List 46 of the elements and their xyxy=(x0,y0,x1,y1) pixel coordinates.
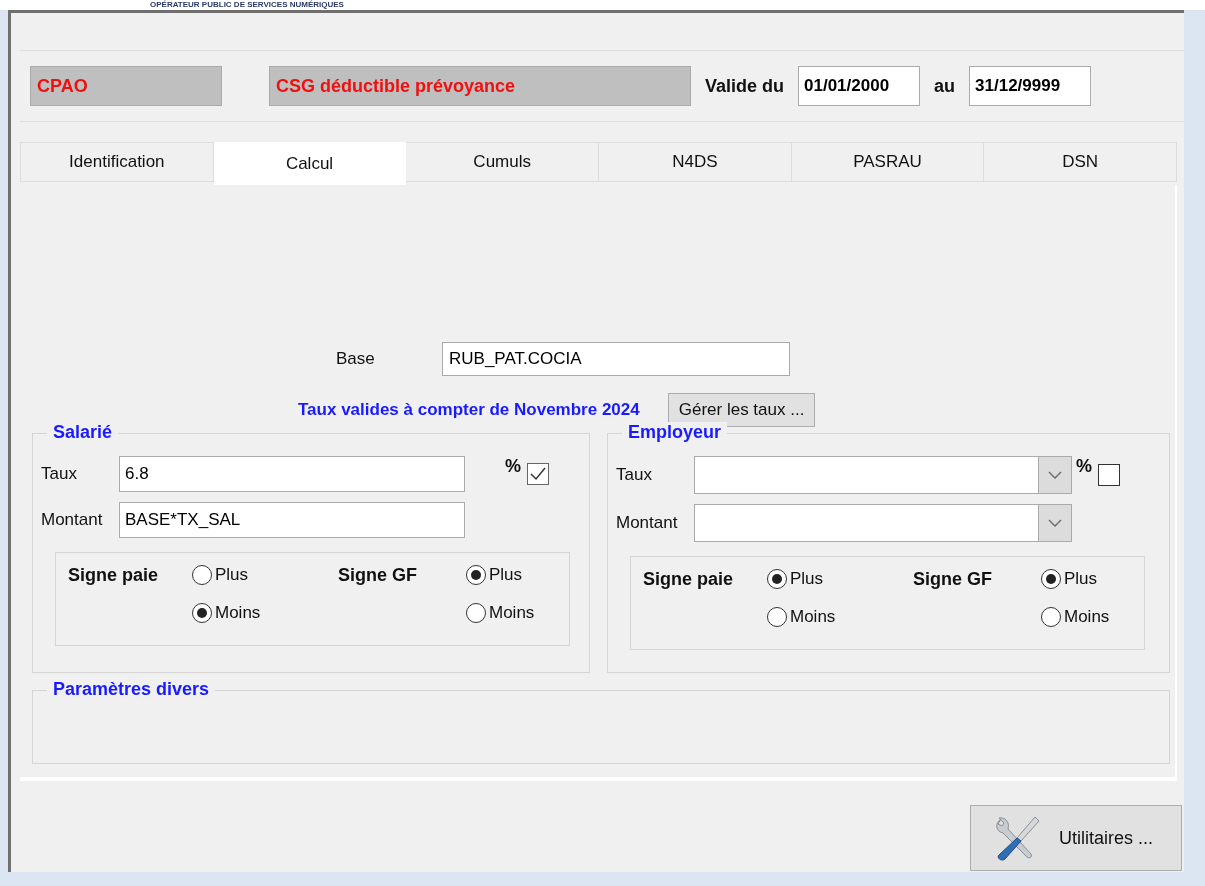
chevron-down-icon xyxy=(1048,519,1062,527)
tab[interactable]: DSN xyxy=(984,142,1178,182)
sign-label: Signe GF xyxy=(338,565,418,587)
valid-to-label: au xyxy=(934,75,956,97)
radio-option[interactable]: Moins xyxy=(1041,607,1110,627)
sign-label: Signe paie xyxy=(68,565,160,587)
field-label: Taux xyxy=(616,465,653,485)
text-field[interactable]: BASE*TX_SAL xyxy=(119,502,465,538)
percent-checkbox[interactable] xyxy=(1098,464,1120,486)
percent-label: % xyxy=(1076,456,1092,477)
radio-option[interactable]: Plus xyxy=(1041,569,1110,589)
base-field[interactable]: RUB_PAT.COCIA xyxy=(442,342,790,376)
tab[interactable]: N4DS xyxy=(599,142,792,182)
combo-box[interactable] xyxy=(694,504,1072,542)
text-field[interactable]: 6.8 xyxy=(119,456,465,492)
radio-option[interactable]: Plus xyxy=(767,569,836,589)
radio-option[interactable]: Plus xyxy=(466,565,535,585)
dropdown-button[interactable] xyxy=(1038,457,1071,493)
percent-checkbox[interactable] xyxy=(527,463,549,485)
combo-box[interactable] xyxy=(694,456,1072,494)
field-label: Montant xyxy=(616,513,679,533)
tab[interactable]: Identification xyxy=(20,142,214,182)
base-label: Base xyxy=(336,349,376,369)
dropdown-button[interactable] xyxy=(1038,505,1071,541)
tab[interactable]: PASRAU xyxy=(791,142,985,182)
chevron-down-icon xyxy=(1048,471,1062,479)
section-title: Employeur xyxy=(622,422,728,443)
banner-text: OPÉRATEUR PUBLIC DE SERVICES NUMÉRIQUES xyxy=(150,0,344,9)
utilities-button[interactable]: Utilitaires ... xyxy=(970,805,1182,871)
tab[interactable]: Calcul xyxy=(213,142,407,185)
radio-option[interactable]: Moins xyxy=(767,607,836,627)
percent-label: % xyxy=(505,456,521,477)
radio-option[interactable]: Moins xyxy=(192,603,261,623)
field-label: Montant xyxy=(41,510,104,530)
rates-notice: Taux valides à compter de Novembre 2024 xyxy=(298,400,640,420)
sign-label: Signe GF xyxy=(913,569,993,591)
code-field: CPAO xyxy=(30,66,222,106)
tab[interactable]: Cumuls xyxy=(406,142,599,182)
date-field[interactable]: 01/01/2000 xyxy=(798,66,921,106)
valid-from-label: Valide du xyxy=(705,75,785,97)
radio-option[interactable]: Plus xyxy=(192,565,261,585)
field-label: Taux xyxy=(41,464,78,484)
date-field[interactable]: 31/12/9999 xyxy=(969,66,1092,106)
sign-label: Signe paie xyxy=(643,569,735,591)
radio-option[interactable]: Moins xyxy=(466,603,535,623)
label-field: CSG déductible prévoyance xyxy=(269,66,691,106)
